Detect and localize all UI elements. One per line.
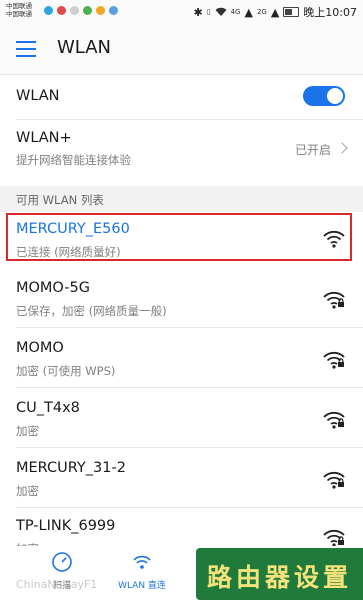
vibrate-icon: ▯ [206,8,211,16]
selection-highlight [6,213,352,261]
wifi-locked-icon [323,411,345,429]
wlan-direct-tab[interactable]: WLAN 直连 [102,550,182,591]
network-item[interactable]: MOMO 加密 (可使用 WPS) [0,333,363,387]
wifi-status-icon [215,7,227,16]
network-name: MERCURY_31-2 [16,460,126,476]
app-bar: WLAN [0,24,363,75]
wlan-plus-row[interactable]: WLAN+ 提升网络智能连接体验 已开启 [0,120,363,186]
network-name: MOMO [16,340,64,356]
menu-icon[interactable] [16,41,36,57]
divider [16,507,363,508]
network-item[interactable]: MERCURY_31-2 加密 [0,453,363,507]
chevron-right-icon [336,142,348,154]
app-icon [96,6,105,15]
divider [16,447,363,448]
network-item[interactable]: MOMO-5G 已保存，加密 (网络质量一般) [0,273,363,327]
wlan-toggle-label: WLAN [16,88,60,104]
network-name: TP-LINK_6999 [16,518,116,534]
wlan-direct-icon [133,555,151,569]
watermark-badge: 路由器设置 [196,548,363,600]
section-header: 可用 WLAN 列表 [0,186,363,212]
divider [16,327,363,328]
wlan-direct-label: WLAN 直连 [118,581,166,591]
battery-icon [283,7,300,17]
send-icon [109,6,118,15]
carrier-1: 中国联通 [6,2,32,10]
network-status: 加密 [16,424,39,438]
carrier-labels: 中国联通 中国联通 [6,2,32,18]
watermark-text: 路由器设置 [206,563,352,592]
network-name: CU_T4x8 [16,400,80,416]
status-bar: 中国联通 中国联通 ✱ ▯ 4G ▲ 2G ▲ 晚上10:07 [0,0,363,24]
network-status: 加密 (可使用 WPS) [16,364,116,378]
wechat-icon [83,6,92,15]
signal-1-icon: ▲ [244,5,253,19]
network-status: 已保存，加密 (网络质量一般) [16,304,167,318]
network-name: MOMO-5G [16,280,90,296]
signal-1-label: 4G [230,8,241,16]
network-item[interactable]: CU_T4x8 加密 [0,393,363,447]
heart-icon [57,6,66,15]
watermark-left: ChinaNet-ayF1 [16,578,98,591]
wlan-toggle-switch[interactable] [303,86,345,106]
signal-2-label: 2G [256,8,267,16]
divider [16,387,363,388]
wlan-plus-state: 已开启 [294,143,331,157]
wlan-plus-description: 提升网络智能连接体验 [16,153,131,167]
wifi-locked-icon [323,529,345,547]
section-label: 可用 WLAN 列表 [16,193,104,207]
signal-2-icon: ▲ [270,5,280,19]
clock: 晚上10:07 [303,6,357,19]
wlan-plus-label: WLAN+ [16,130,72,146]
status-right: ✱ ▯ 4G ▲ 2G ▲ 晚上10:07 [194,4,358,20]
page-title: WLAN [57,37,112,58]
wlan-toggle-row[interactable]: WLAN [0,75,363,119]
carrier-2: 中国联通 [6,10,32,18]
network-status: 加密 [16,484,39,498]
wifi-locked-icon [323,291,345,309]
bluetooth-icon: ✱ [193,5,203,19]
wifi-locked-icon [323,471,345,489]
qq-icon [70,6,79,15]
notification-icons [44,6,118,15]
notification-app-icon [44,6,53,15]
wifi-locked-icon [323,351,345,369]
scan-icon [52,552,72,572]
